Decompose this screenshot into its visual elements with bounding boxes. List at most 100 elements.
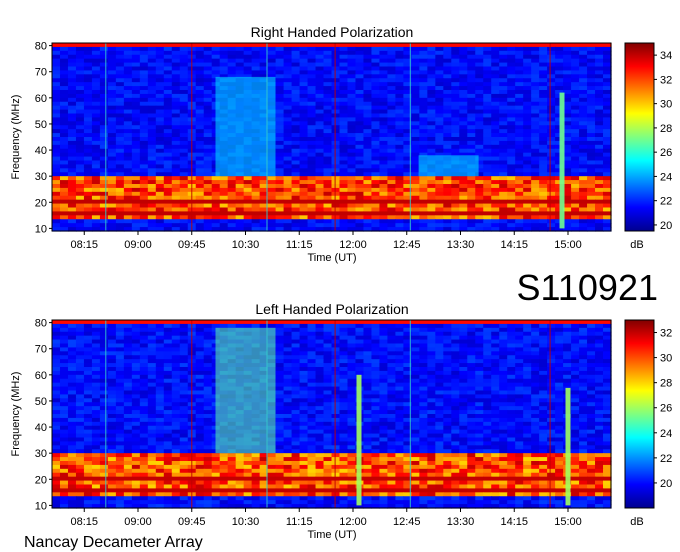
spectrum-cell — [363, 58, 373, 64]
spectrum-cell — [507, 394, 516, 399]
spectrum-cell — [499, 351, 508, 356]
spectrum-cell — [323, 125, 333, 130]
spectrum-cell — [131, 121, 141, 126]
spectrum-cell — [587, 160, 596, 166]
spectrum-cell — [147, 351, 157, 356]
spectrum-cell — [59, 101, 69, 107]
spectrum-cell — [571, 54, 580, 60]
spectrum-cell — [355, 105, 365, 111]
spectrum-cell — [515, 148, 524, 154]
spectrum-cell — [67, 164, 77, 169]
spectrum-cell — [547, 207, 556, 213]
spectrum-cell — [52, 58, 61, 64]
spectrum-cell — [283, 97, 293, 103]
spectrum-cell — [579, 355, 588, 360]
spectrum-cell — [379, 195, 388, 201]
spectrum-cell — [307, 90, 317, 95]
spectrum-cell — [499, 137, 508, 142]
spectrum-cell — [451, 327, 460, 333]
spectrum-cell — [515, 70, 524, 75]
spectrum-cell — [99, 140, 109, 146]
spectrum-cell — [115, 109, 125, 115]
spectrum-cell — [139, 93, 149, 99]
spectrum-cell — [83, 367, 93, 372]
spectrum-cell — [531, 148, 540, 154]
spectrum-cell — [475, 355, 484, 360]
spectrum-cell — [443, 207, 452, 213]
spectrum-cell — [595, 168, 604, 173]
spectrum-cell — [52, 402, 61, 407]
spectrum-cell — [219, 207, 229, 213]
spectrum-cell — [371, 359, 381, 364]
spectrum-cell — [531, 172, 540, 177]
spectrum-cell — [499, 101, 508, 107]
spectrum-cell — [52, 323, 61, 329]
spectrum-cell — [363, 144, 373, 150]
spectrum-cell — [595, 211, 604, 216]
spectrum-cell — [427, 105, 436, 111]
spectrum-cell — [299, 335, 309, 341]
spectrum-cell — [123, 176, 133, 181]
spectrum-cell — [547, 386, 556, 392]
spectrum-cell — [467, 97, 476, 103]
spectrum-cell — [107, 359, 117, 364]
spectrum-cell — [539, 168, 548, 173]
spectrum-cell — [491, 223, 500, 228]
spectrum-cell — [571, 390, 580, 396]
spectrum-cell — [131, 125, 141, 130]
spectrum-cell — [603, 133, 612, 138]
spectrum-cell — [507, 140, 516, 146]
spectrum-cell — [339, 378, 349, 384]
spectrum-cell — [387, 78, 396, 83]
spectrum-cell — [387, 113, 396, 119]
spectrum-cell — [283, 370, 293, 376]
spectrum-cell — [91, 137, 101, 142]
spectrum-cell — [315, 211, 325, 216]
spectrum-cell — [371, 378, 381, 384]
spectrum-cell — [107, 74, 117, 79]
spectrum-cell — [59, 363, 69, 368]
spectrum-cell — [411, 320, 420, 325]
spectrum-cell — [435, 176, 444, 181]
spectrum-cell — [171, 66, 181, 72]
spectrum-cell — [427, 148, 436, 154]
spectrum-cell — [139, 355, 149, 360]
spectrum-cell — [139, 105, 149, 111]
spectrum-cell — [347, 46, 357, 52]
spectrum-cell — [179, 339, 189, 345]
spectrum-cell — [323, 378, 333, 384]
spectrum-cell — [171, 101, 181, 107]
spectrum-cell — [59, 219, 69, 224]
spectrum-cell — [299, 129, 309, 134]
spectrum-cell — [163, 172, 173, 177]
spectrum-cell — [75, 46, 85, 52]
spectrum-cell — [515, 359, 524, 364]
spectrum-cell — [459, 43, 468, 48]
spectrum-cell — [483, 347, 492, 352]
spectrum-cell — [307, 121, 317, 126]
spectrum-cell — [587, 367, 596, 372]
spectrum-cell — [275, 129, 285, 134]
spectrum-cell — [203, 339, 213, 345]
spectrum-cell — [52, 133, 61, 138]
spectrum-cell — [139, 168, 149, 173]
spectrum-cell — [107, 117, 117, 122]
spectrum-cell — [387, 156, 396, 162]
spectrum-cell — [539, 82, 548, 87]
spectrum-cell — [91, 187, 101, 193]
spectrum-cell — [299, 386, 309, 392]
spectrum-cell — [219, 191, 229, 197]
spectrum-cell — [539, 109, 548, 115]
spectrum-cell — [307, 187, 317, 193]
spectrum-cell — [571, 335, 580, 341]
spectrum-cell — [515, 62, 524, 68]
spectrum-cell — [387, 187, 396, 193]
spectrum-cell — [291, 176, 301, 181]
spectrum-cell — [475, 331, 484, 337]
spectrum-cell — [523, 207, 532, 213]
spectrum-cell — [203, 402, 213, 407]
spectrum-cell — [235, 180, 245, 185]
spectrum-cell — [323, 355, 333, 360]
spectrum-cell — [139, 394, 149, 399]
spectrum-cell — [339, 168, 349, 173]
